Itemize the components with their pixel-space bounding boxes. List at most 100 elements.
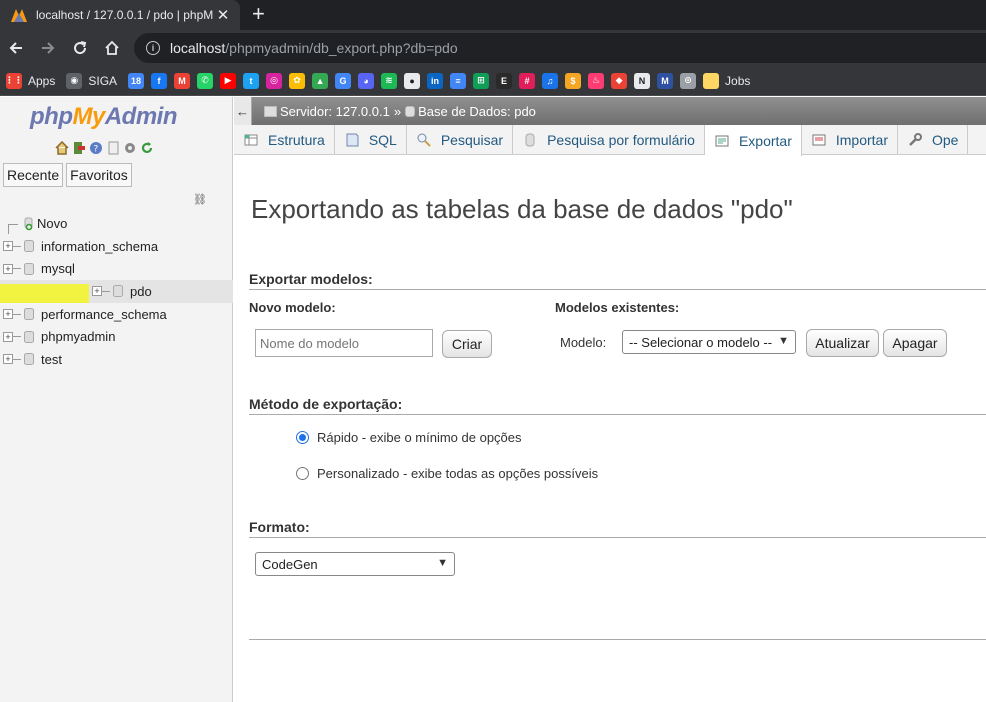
tree-connector <box>13 245 21 247</box>
reload-navigation-icon[interactable] <box>140 141 154 155</box>
tree-item-Novo[interactable]: Novo <box>0 212 233 235</box>
highlight-marker <box>0 283 89 303</box>
tree-item-test[interactable]: + test <box>0 348 233 371</box>
bookmark-instagram[interactable]: ◎ <box>266 72 283 89</box>
new-template-label: Novo modelo: <box>249 300 336 315</box>
radio-quick[interactable] <box>296 431 309 444</box>
docs-icon[interactable] <box>106 141 120 155</box>
bookmark-epic[interactable]: E <box>496 72 513 89</box>
breadcrumb-database-label: Base de Dados: pdo <box>418 103 536 119</box>
recent-tab[interactable]: Recente <box>3 163 64 187</box>
link-chain-icon[interactable]: ⛓ <box>193 193 207 206</box>
template-select[interactable]: -- Selecionar o modelo -- ▼ <box>622 330 796 354</box>
format-select-value: CodeGen <box>262 556 318 572</box>
expand-icon[interactable]: + <box>3 241 13 252</box>
address-bar[interactable]: i localhost/phpmyadmin/db_export.php?db=… <box>134 33 986 63</box>
tree-item-mysql[interactable]: + mysql <box>0 257 233 280</box>
home-icon[interactable] <box>55 141 69 155</box>
bookmark-dollar[interactable]: $ <box>565 72 582 89</box>
wrench-icon <box>907 132 923 148</box>
tree-item-label: Novo <box>37 215 68 231</box>
forward-button[interactable] <box>32 32 64 64</box>
radio-custom[interactable] <box>296 467 309 480</box>
phpmyadmin-logo[interactable]: phpMyAdmin <box>30 103 178 131</box>
expand-icon[interactable]: + <box>3 309 13 320</box>
bookmark-sheets[interactable]: ⊞ <box>473 72 490 89</box>
drive-icon: ▲ <box>312 72 329 89</box>
expand-icon[interactable]: + <box>3 354 13 365</box>
bookmark-globe[interactable]: ◉ SIGA <box>66 72 121 89</box>
breadcrumb-database[interactable]: Base de Dados: pdo <box>405 104 536 119</box>
tab-importar[interactable]: Importar <box>802 125 898 155</box>
reload-button[interactable] <box>64 32 96 64</box>
update-template-button[interactable]: Atualizar <box>806 329 879 357</box>
tab-estrutura[interactable]: Estrutura <box>234 125 335 155</box>
bookmark-calendar[interactable]: 18 <box>128 72 145 89</box>
instagram-icon: ◎ <box>266 72 283 89</box>
bookmark-facebook[interactable]: f <box>151 72 168 89</box>
tree-item-phpmyadmin[interactable]: + phpmyadmin <box>0 325 233 348</box>
tab-sql[interactable]: SQL <box>335 125 407 155</box>
bookmark-linkedin[interactable]: in <box>427 72 444 89</box>
tab-title: localhost / 127.0.0.1 / pdo | phpM <box>36 8 214 22</box>
bookmark-youtube[interactable]: ▶ <box>220 72 237 89</box>
tree-connector <box>13 336 21 338</box>
tab-exportar[interactable]: Exportar <box>704 125 802 156</box>
bookmark-whatsapp[interactable]: ✆ <box>197 72 214 89</box>
breadcrumb-server[interactable]: Servidor: 127.0.0.1 <box>264 104 390 119</box>
format-select[interactable]: CodeGen ▼ <box>255 552 455 576</box>
back-button[interactable] <box>0 32 32 64</box>
tree-item-performance-schema[interactable]: + performance_schema <box>0 303 233 326</box>
settings-gear-icon[interactable] <box>123 141 137 155</box>
bookmark-translate[interactable]: G <box>335 72 352 89</box>
bookmark-gmail[interactable]: M <box>174 72 191 89</box>
bookmark-apps-grid[interactable]: ⋮⋮ Apps <box>5 72 59 89</box>
tab-pesquisar[interactable]: Pesquisar <box>407 125 514 155</box>
method-custom-option[interactable]: Personalizado - exibe todas as opções po… <box>296 466 598 481</box>
translate-icon: G <box>335 72 352 89</box>
steam-icon: ⊙ <box>680 72 697 89</box>
expand-icon[interactable]: + <box>92 286 102 297</box>
tree-item-pdo[interactable]: + pdo <box>0 280 233 303</box>
tab-ope[interactable]: Ope <box>898 125 969 155</box>
close-tab-icon[interactable]: ✕ <box>214 6 232 24</box>
favorites-tab[interactable]: Favoritos <box>66 163 132 187</box>
tab-pesquisa[interactable]: Pesquisa por formulário <box>513 125 705 155</box>
youtube-icon: ▶ <box>220 72 237 89</box>
bookmark-spotify[interactable]: ≋ <box>381 72 398 89</box>
logout-icon[interactable] <box>72 141 86 155</box>
collapse-nav-icon[interactable]: ← <box>234 97 252 125</box>
tab-label: Ope <box>932 132 959 148</box>
bookmark-mal[interactable]: M <box>657 72 674 89</box>
help-icon[interactable]: ? <box>89 141 103 155</box>
site-info-icon[interactable]: i <box>146 41 160 55</box>
bookmark-bag[interactable]: ◆ <box>611 72 628 89</box>
browser-tab[interactable]: localhost / 127.0.0.1 / pdo | phpM ✕ <box>0 0 240 30</box>
delete-template-button[interactable]: Apagar <box>883 329 947 357</box>
tree-item-label: phpmyadmin <box>41 329 116 345</box>
top-menu-tabs: Estrutura SQL Pesquisar Pesquisa por formul… <box>234 125 986 156</box>
bookmark-notion[interactable]: N <box>634 72 651 89</box>
template-name-input[interactable] <box>255 329 433 357</box>
bookmark-drive[interactable]: ▲ <box>312 72 329 89</box>
new-tab-button[interactable]: + <box>252 2 265 26</box>
bookmark-tinder[interactable]: ♨ <box>588 72 605 89</box>
bookmark-docs[interactable]: ≡ <box>450 72 467 89</box>
bookmark-discord[interactable]: ◕ <box>358 72 375 89</box>
bookmark-github[interactable]: ● <box>404 72 421 89</box>
tree-item-information-schema[interactable]: + information_schema <box>0 235 233 258</box>
mal-icon: M <box>657 72 674 89</box>
bookmark-mp3[interactable]: ♫ <box>542 72 559 89</box>
create-template-button[interactable]: Criar <box>442 330 492 358</box>
method-quick-option[interactable]: Rápido - exibe o mínimo de opções <box>296 430 522 445</box>
bookmark-slack[interactable]: # <box>519 72 536 89</box>
expand-icon[interactable]: + <box>3 263 13 274</box>
expand-icon[interactable]: + <box>3 331 13 342</box>
home-button[interactable] <box>96 32 128 64</box>
bookmark-steam[interactable]: ⊙ <box>680 72 697 89</box>
bookmark-folder[interactable]: Jobs <box>703 72 754 89</box>
bookmark-photos[interactable]: ✿ <box>289 72 306 89</box>
template-select-value: -- Selecionar o modelo -- <box>629 334 773 350</box>
whatsapp-icon: ✆ <box>197 72 214 89</box>
bookmark-twitter[interactable]: t <box>243 72 260 89</box>
